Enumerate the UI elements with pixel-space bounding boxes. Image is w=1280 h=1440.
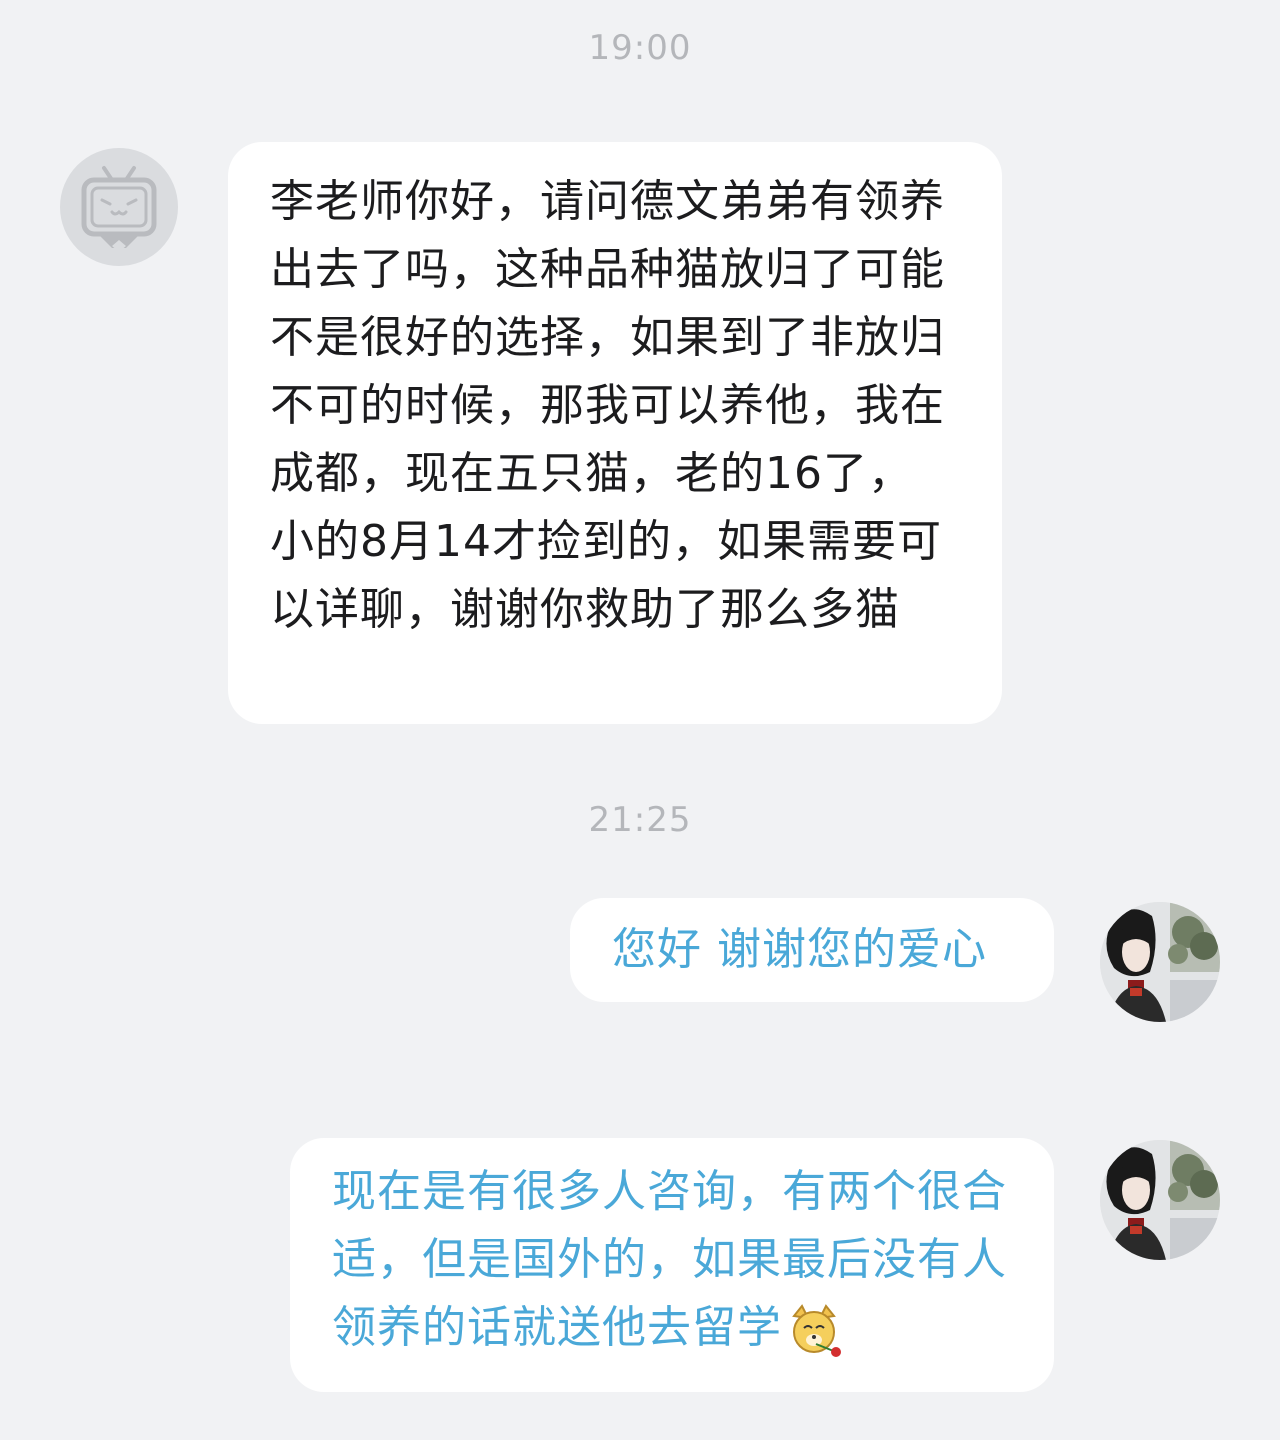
message-text: 李老师你好，请问德文弟弟有领养出去了吗，这种品种猫放归了可能不是很好的选择，如果… (270, 176, 945, 635)
message-bubble-outgoing[interactable]: 您好 谢谢您的爱心 (570, 898, 1054, 1002)
timestamp: 21:25 (588, 800, 692, 840)
profile-photo (1100, 902, 1220, 1022)
self-avatar[interactable] (1100, 1140, 1220, 1260)
message-text: 现在是有很多人咨询，有两个很合适，但是国外的，如果最后没有人领养的话就送他去留学 (332, 1158, 1010, 1362)
timestamp: 19:00 (588, 28, 692, 68)
message-text-content: 现在是有很多人咨询，有两个很合适，但是国外的，如果最后没有人领养的话就送他去留学 (332, 1166, 1007, 1353)
self-avatar[interactable] (1100, 902, 1220, 1022)
message-bubble-outgoing[interactable]: 现在是有很多人咨询，有两个很合适，但是国外的，如果最后没有人领养的话就送他去留学 (290, 1138, 1054, 1392)
message-bubble-incoming[interactable]: 李老师你好，请问德文弟弟有领养出去了吗，这种品种猫放归了可能不是很好的选择，如果… (228, 142, 1002, 724)
profile-photo (1100, 1140, 1220, 1260)
cat-with-rose-emoji (792, 1304, 841, 1357)
message-text: 您好 谢谢您的爱心 (612, 924, 987, 975)
sender-avatar[interactable] (60, 148, 178, 266)
bilibili-tv-icon (81, 166, 157, 252)
